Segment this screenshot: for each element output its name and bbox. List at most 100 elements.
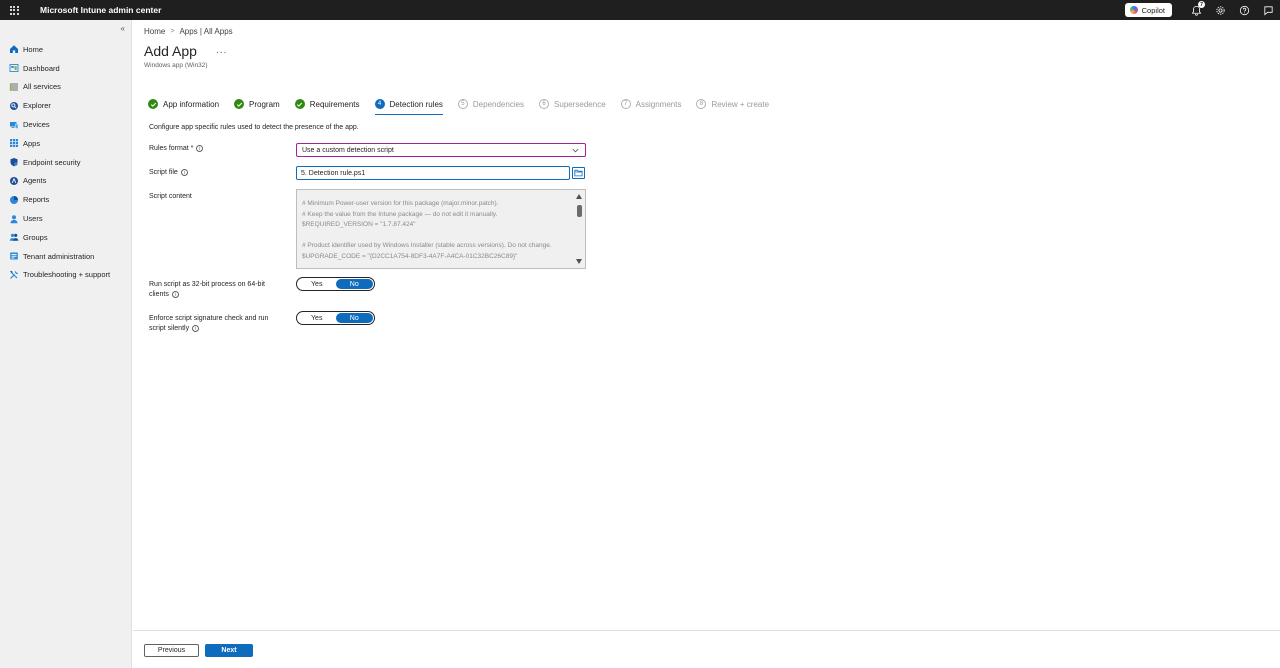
step-dependencies[interactable]: 5 Dependencies [457, 97, 524, 111]
step-assignments[interactable]: 7 Assignments [620, 97, 681, 111]
step-number-badge: 5 [457, 99, 468, 109]
script-file-input[interactable]: 5. Detection rule.ps1 [296, 166, 570, 180]
run32-no-option[interactable]: No [335, 279, 373, 289]
app-title[interactable]: Microsoft Intune admin center [40, 5, 161, 15]
check-circle-icon [148, 99, 158, 109]
more-options-button[interactable]: ... [216, 45, 227, 56]
info-icon[interactable]: i [196, 144, 204, 152]
folder-icon [574, 169, 583, 177]
sidebar-item-troubleshooting-support[interactable]: Troubleshooting + support [0, 266, 132, 285]
rules-format-label-text: Rules format * [149, 145, 194, 152]
all-services-icon [9, 82, 19, 92]
sidebar-item-groups[interactable]: Groups [0, 228, 132, 247]
sidebar-item-reports[interactable]: Reports [0, 190, 132, 209]
step-review-create[interactable]: 8 Review + create [696, 97, 769, 111]
sidebar-item-all-services[interactable]: All services [0, 78, 132, 97]
sidebar-item-devices[interactable]: Devices [0, 115, 132, 134]
info-icon[interactable]: i [171, 290, 179, 298]
sidebar-item-label: Agents [23, 176, 47, 186]
info-icon[interactable]: i [180, 168, 188, 176]
wizard-footer: Previous Next [133, 630, 1280, 668]
breadcrumb: Home > Apps | All Apps [144, 27, 233, 36]
scroll-down-icon[interactable] [576, 259, 582, 264]
scrollbar-thumb[interactable] [577, 205, 582, 217]
chevron-down-icon [572, 148, 579, 153]
step-program[interactable]: Program [234, 97, 280, 111]
signature-check-label: Enforce script signature check and run s… [149, 314, 268, 334]
script-content-textarea[interactable]: # Minimum Power-user version for this pa… [296, 189, 586, 269]
apps-icon [9, 138, 19, 148]
sidebar-item-label: Reports [23, 195, 50, 205]
sidebar-item-explorer[interactable]: Explorer [0, 96, 132, 115]
sidebar-item-label: Dashboard [23, 63, 60, 73]
step-number-badge: 6 [539, 99, 550, 109]
rules-format-value: Use a custom detection script [302, 146, 394, 154]
sidebar-item-endpoint-security[interactable]: Endpoint security [0, 153, 132, 172]
step-supersedence[interactable]: 6 Supersedence [539, 97, 606, 111]
copilot-icon [1129, 6, 1138, 14]
sidebar-item-apps[interactable]: Apps [0, 134, 132, 153]
script-content-scrollbar[interactable] [575, 191, 584, 267]
sidebar-item-label: Tenant administration [23, 251, 95, 261]
step-detection-rules[interactable]: 4 Detection rules [374, 97, 444, 115]
sidebar-item-dashboard[interactable]: Dashboard [0, 59, 132, 78]
sidebar-item-users[interactable]: Users [0, 209, 132, 228]
sidebar-item-tenant-administration[interactable]: Tenant administration [0, 247, 132, 266]
sidebar-item-label: Groups [23, 232, 48, 242]
run32-label: Run script as 32-bit process on 64-bit c… [149, 280, 265, 300]
signature-yes-option[interactable]: Yes [298, 313, 336, 323]
tenant-admin-icon [9, 251, 19, 261]
step-app-information[interactable]: App information [148, 97, 219, 111]
breadcrumb-home[interactable]: Home [144, 27, 165, 36]
signature-check-toggle[interactable]: Yes No [296, 311, 375, 325]
sidebar-item-label: Explorer [23, 101, 51, 111]
step-label: Supersedence [554, 99, 606, 109]
help-icon[interactable] [1238, 4, 1250, 16]
script-content-label: Script content [149, 193, 192, 200]
page-subtitle: Windows app (Win32) [144, 62, 208, 69]
sidebar-item-label: Home [23, 44, 44, 54]
settings-gear-icon[interactable] [1214, 4, 1226, 16]
previous-button[interactable]: Previous [144, 644, 199, 657]
script-file-value: 5. Detection rule.ps1 [301, 169, 366, 177]
signature-label-line1: Enforce script signature check and run [149, 315, 269, 322]
run32-label-line1: Run script as 32-bit process on 64-bit [149, 281, 265, 288]
feedback-icon[interactable] [1262, 4, 1274, 16]
sidebar-item-home[interactable]: Home [0, 40, 132, 59]
app-launcher-icon[interactable] [0, 0, 28, 20]
notifications-icon[interactable]: 7 [1190, 1, 1205, 16]
check-circle-icon [234, 99, 245, 109]
breadcrumb-apps-all-apps[interactable]: Apps | All Apps [179, 27, 232, 36]
browse-file-button[interactable] [572, 167, 585, 179]
info-icon[interactable]: i [192, 324, 200, 332]
signature-no-option[interactable]: No [335, 313, 373, 323]
rules-format-dropdown[interactable]: Use a custom detection script [296, 143, 586, 157]
endpoint-security-icon [9, 157, 19, 167]
signature-label-line2: script silently [149, 325, 190, 332]
sidebar-item-label: Endpoint security [23, 157, 81, 167]
reports-icon [9, 195, 19, 205]
script-file-label-text: Script file [149, 169, 178, 176]
sidebar-item-agents[interactable]: Agents [0, 172, 132, 191]
devices-icon [9, 120, 19, 130]
step-number-badge: 8 [696, 99, 707, 109]
wizard-steps: App information Program Requirements 4 D… [148, 97, 784, 115]
next-button[interactable]: Next [205, 644, 253, 657]
step-label: Program [249, 99, 280, 109]
main-content: Home > Apps | All Apps Add App ... Windo… [133, 20, 1280, 668]
copilot-button[interactable]: Copilot [1124, 3, 1172, 17]
step-label: Requirements [309, 99, 360, 109]
notification-badge: 7 [1198, 1, 1205, 8]
script-content-text: # Minimum Power-user version for this pa… [302, 200, 552, 260]
users-icon [9, 214, 19, 224]
sidebar-item-label: Troubleshooting + support [23, 270, 111, 280]
scroll-up-icon[interactable] [576, 194, 582, 199]
explorer-icon [9, 101, 19, 111]
page-title: Add App [144, 43, 197, 59]
step-requirements[interactable]: Requirements [294, 97, 360, 111]
sidebar-item-label: Apps [23, 138, 41, 148]
run32-toggle[interactable]: Yes No [296, 277, 375, 291]
form-description: Configure app specific rules used to det… [149, 124, 359, 131]
collapse-sidebar-icon[interactable]: « [121, 24, 125, 33]
run32-yes-option[interactable]: Yes [298, 279, 336, 289]
